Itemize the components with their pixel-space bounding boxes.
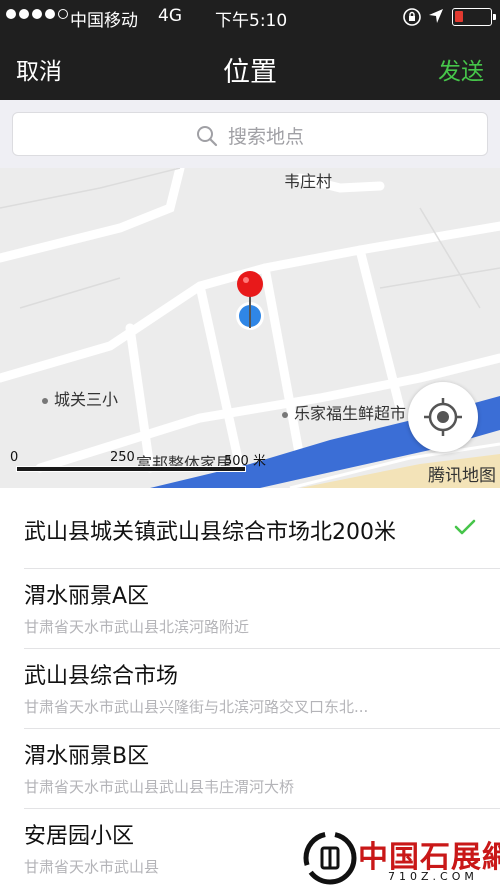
watermark-site: 710Z.COM (388, 870, 478, 883)
map-label-village: 韦庄村 (284, 172, 333, 191)
list-item-title: 渭水丽景A区 (24, 584, 150, 609)
list-item-address: 甘肃省天水市武山县武山县韦庄渭河大桥 (24, 778, 295, 796)
search-input[interactable]: 搜索地点 (12, 112, 488, 156)
scale-mid: 250 (110, 450, 135, 465)
cancel-button[interactable]: 取消 (16, 52, 62, 86)
scale-start: 0 (10, 450, 19, 465)
search-bar: 搜索地点 (0, 100, 500, 168)
seal-icon (303, 831, 357, 885)
watermark-logo: 中国石展網 710Z.COM (302, 830, 500, 888)
page-title: 位置 (223, 57, 277, 88)
map-label-supermarket: 乐家福生鲜超市 (282, 400, 406, 424)
list-item-address: 甘肃省天水市武山县北滨河路附近 (24, 618, 250, 636)
nav-bar: 取消 位置 发送 (0, 34, 500, 100)
location-pin-icon (236, 271, 264, 330)
status-time: 下午5:10 (215, 11, 288, 31)
results-list: 武山县城关镇武山县综合市场北200米 渭水丽景A区 甘肃省天水市武山县北滨河路附… (0, 488, 500, 888)
search-placeholder: 搜索地点 (227, 126, 304, 148)
battery-icon (452, 8, 496, 26)
check-icon (454, 519, 476, 535)
list-item-address: 甘肃省天水市武山县 (24, 858, 160, 876)
crosshair-icon (424, 398, 462, 436)
status-bar: 中国移动 4G 下午5:10 (0, 0, 500, 34)
signal-strength-icon (6, 9, 68, 19)
list-item-title: 武山县综合市场 (24, 664, 179, 689)
map-scale: 0 250 500 米 (10, 450, 290, 474)
list-item[interactable]: 渭水丽景A区 甘肃省天水市武山县北滨河路附近 (0, 568, 500, 649)
list-item[interactable]: 渭水丽景B区 甘肃省天水市武山县武山县韦庄渭河大桥 (0, 728, 500, 809)
list-item-title: 武山县城关镇武山县综合市场北200米 (24, 520, 396, 545)
list-item-title: 安居园小区 (24, 824, 135, 849)
map-brand-logo: 腾讯地图 (428, 466, 496, 486)
list-item-title: 渭水丽景B区 (24, 744, 150, 769)
list-item[interactable]: 武山县城关镇武山县综合市场北200米 (0, 488, 500, 569)
list-item[interactable]: 武山县综合市场 甘肃省天水市武山县兴隆街与北滨河路交叉口东北... (0, 648, 500, 729)
map-label-school: 城关三小 (42, 386, 118, 410)
location-arrow-icon (429, 9, 443, 23)
list-item-address: 甘肃省天水市武山县兴隆街与北滨河路交叉口东北... (24, 698, 369, 716)
send-button[interactable]: 发送 (438, 52, 484, 86)
carrier-name: 中国移动 (70, 11, 138, 31)
network-type: 4G (158, 6, 182, 26)
locate-me-button[interactable] (408, 382, 478, 452)
orientation-lock-icon (403, 8, 421, 26)
search-icon (196, 125, 218, 146)
